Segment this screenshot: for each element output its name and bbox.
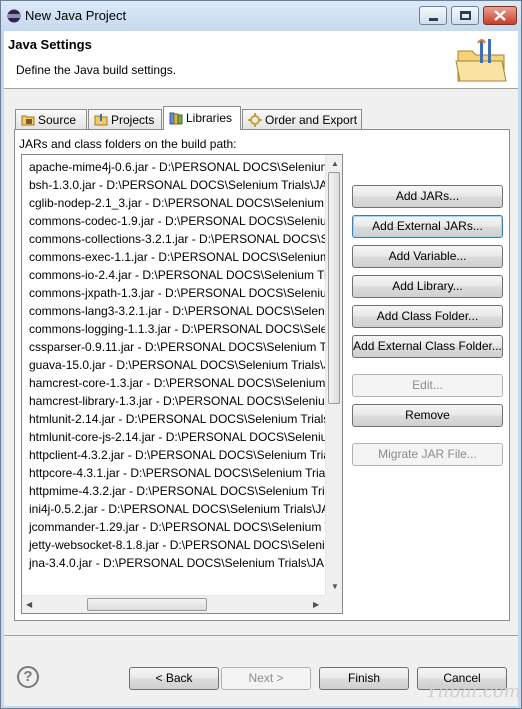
migrate-jar-file-button[interactable]: Migrate JAR File... bbox=[352, 443, 503, 466]
edit-button[interactable]: Edit... bbox=[352, 374, 503, 397]
wizard-header: Java Settings Define the Java build sett… bbox=[4, 31, 518, 89]
list-item[interactable]: commons-exec-1.1.jar - D:\PERSONAL DOCS\… bbox=[29, 248, 325, 266]
libraries-panel: JARs and class folders on the build path… bbox=[14, 129, 510, 621]
close-button[interactable] bbox=[483, 6, 517, 25]
order-export-icon bbox=[248, 113, 262, 127]
close-icon bbox=[494, 10, 506, 21]
add-variable-button[interactable]: Add Variable... bbox=[352, 245, 503, 268]
list-item[interactable]: commons-jxpath-1.3.jar - D:\PERSONAL DOC… bbox=[29, 284, 325, 302]
list-item[interactable]: jna-3.4.0.jar - D:\PERSONAL DOCS\Seleniu… bbox=[29, 554, 325, 572]
add-external-jars-button[interactable]: Add External JARs... bbox=[352, 215, 503, 238]
tab-order-and-export[interactable]: Order and Export bbox=[242, 109, 362, 129]
source-folder-icon bbox=[21, 115, 35, 126]
list-item[interactable]: jetty-websocket-8.1.8.jar - D:\PERSONAL … bbox=[29, 536, 325, 554]
minimize-button[interactable] bbox=[419, 6, 447, 25]
add-jars-button[interactable]: Add JARs... bbox=[352, 185, 503, 208]
list-item[interactable]: jcommander-1.29.jar - D:\PERSONAL DOCS\S… bbox=[29, 518, 325, 536]
page-description: Define the Java build settings. bbox=[16, 63, 177, 77]
tab-projects-label: Projects bbox=[111, 113, 155, 127]
maximize-icon bbox=[460, 11, 471, 20]
tab-libraries-label: Libraries bbox=[186, 111, 233, 125]
dialog-window: New Java Project Java Settings Define th… bbox=[0, 0, 522, 709]
list-item[interactable]: commons-logging-1.1.3.jar - D:\PERSONAL … bbox=[29, 320, 325, 338]
list-item[interactable]: commons-io-2.4.jar - D:\PERSONAL DOCS\Se… bbox=[29, 266, 325, 284]
list-item[interactable]: httpcore-4.3.1.jar - D:\PERSONAL DOCS\Se… bbox=[29, 464, 325, 482]
eclipse-icon bbox=[7, 9, 21, 23]
list-item[interactable]: ini4j-0.5.2.jar - D:\PERSONAL DOCS\Selen… bbox=[29, 500, 325, 518]
help-icon[interactable]: ? bbox=[17, 666, 39, 688]
add-external-class-folder-button[interactable]: Add External Class Folder... bbox=[352, 335, 503, 358]
watermark: Yiibai.com bbox=[426, 681, 521, 702]
list-item[interactable]: commons-collections-3.2.1.jar - D:\PERSO… bbox=[29, 230, 325, 248]
build-path-items: apache-mime4j-0.6.jar - D:\PERSONAL DOCS… bbox=[22, 155, 325, 595]
projects-icon bbox=[94, 114, 108, 126]
finish-button[interactable]: Finish bbox=[319, 667, 409, 690]
list-item[interactable]: hamcrest-core-1.3.jar - D:\PERSONAL DOCS… bbox=[29, 374, 325, 392]
vertical-scrollbar[interactable]: ▲ ▼ bbox=[325, 155, 342, 595]
list-item[interactable]: cglib-nodep-2.1_3.jar - D:\PERSONAL DOCS… bbox=[29, 194, 325, 212]
dialog-body: Java Settings Define the Java build sett… bbox=[4, 31, 518, 706]
tab-order-and-export-label: Order and Export bbox=[265, 113, 358, 127]
minimize-icon bbox=[429, 18, 438, 21]
libraries-icon bbox=[169, 112, 183, 125]
build-path-label: JARs and class folders on the build path… bbox=[19, 137, 237, 151]
tab-source[interactable]: Source bbox=[15, 109, 87, 129]
vertical-scroll-thumb[interactable] bbox=[328, 172, 340, 404]
window-title: New Java Project bbox=[25, 8, 127, 23]
list-item[interactable]: apache-mime4j-0.6.jar - D:\PERSONAL DOCS… bbox=[29, 158, 325, 176]
tab-projects[interactable]: Projects bbox=[88, 109, 162, 129]
horizontal-scrollbar[interactable]: ◀ ▶ bbox=[22, 595, 325, 613]
footer-divider bbox=[4, 635, 518, 636]
list-item[interactable]: httpmime-4.3.2.jar - D:\PERSONAL DOCS\Se… bbox=[29, 482, 325, 500]
java-project-folder-icon bbox=[455, 39, 507, 82]
page-title: Java Settings bbox=[8, 37, 92, 52]
add-library-button[interactable]: Add Library... bbox=[352, 275, 503, 298]
maximize-button[interactable] bbox=[451, 6, 479, 25]
add-class-folder-button[interactable]: Add Class Folder... bbox=[352, 305, 503, 328]
scroll-left-icon[interactable]: ◀ bbox=[26, 600, 32, 610]
back-button[interactable]: < Back bbox=[129, 667, 219, 690]
list-item[interactable]: bsh-1.3.0.jar - D:\PERSONAL DOCS\Seleniu… bbox=[29, 176, 325, 194]
scrollbar-corner bbox=[325, 595, 342, 613]
tab-source-label: Source bbox=[38, 113, 77, 127]
scroll-right-icon[interactable]: ▶ bbox=[313, 600, 319, 610]
list-item[interactable]: htmlunit-core-js-2.14.jar - D:\PERSONAL … bbox=[29, 428, 325, 446]
next-button[interactable]: Next > bbox=[221, 667, 311, 690]
list-item[interactable]: commons-lang3-3.2.1.jar - D:\PERSONAL DO… bbox=[29, 302, 325, 320]
horizontal-scroll-thumb[interactable] bbox=[87, 598, 207, 611]
list-item[interactable]: httpclient-4.3.2.jar - D:\PERSONAL DOCS\… bbox=[29, 446, 325, 464]
list-item[interactable]: hamcrest-library-1.3.jar - D:\PERSONAL D… bbox=[29, 392, 325, 410]
list-item[interactable]: commons-codec-1.9.jar - D:\PERSONAL DOCS… bbox=[29, 212, 325, 230]
remove-button[interactable]: Remove bbox=[352, 404, 503, 427]
list-item[interactable]: htmlunit-2.14.jar - D:\PERSONAL DOCS\Sel… bbox=[29, 410, 325, 428]
build-path-list[interactable]: apache-mime4j-0.6.jar - D:\PERSONAL DOCS… bbox=[21, 154, 343, 614]
list-item[interactable]: cssparser-0.9.11.jar - D:\PERSONAL DOCS\… bbox=[29, 338, 325, 356]
scroll-up-icon[interactable]: ▲ bbox=[331, 159, 339, 169]
tab-libraries[interactable]: Libraries bbox=[163, 106, 241, 130]
scroll-down-icon[interactable]: ▼ bbox=[331, 582, 339, 592]
title-bar[interactable]: New Java Project bbox=[1, 1, 521, 31]
list-item[interactable]: guava-15.0.jar - D:\PERSONAL DOCS\Seleni… bbox=[29, 356, 325, 374]
